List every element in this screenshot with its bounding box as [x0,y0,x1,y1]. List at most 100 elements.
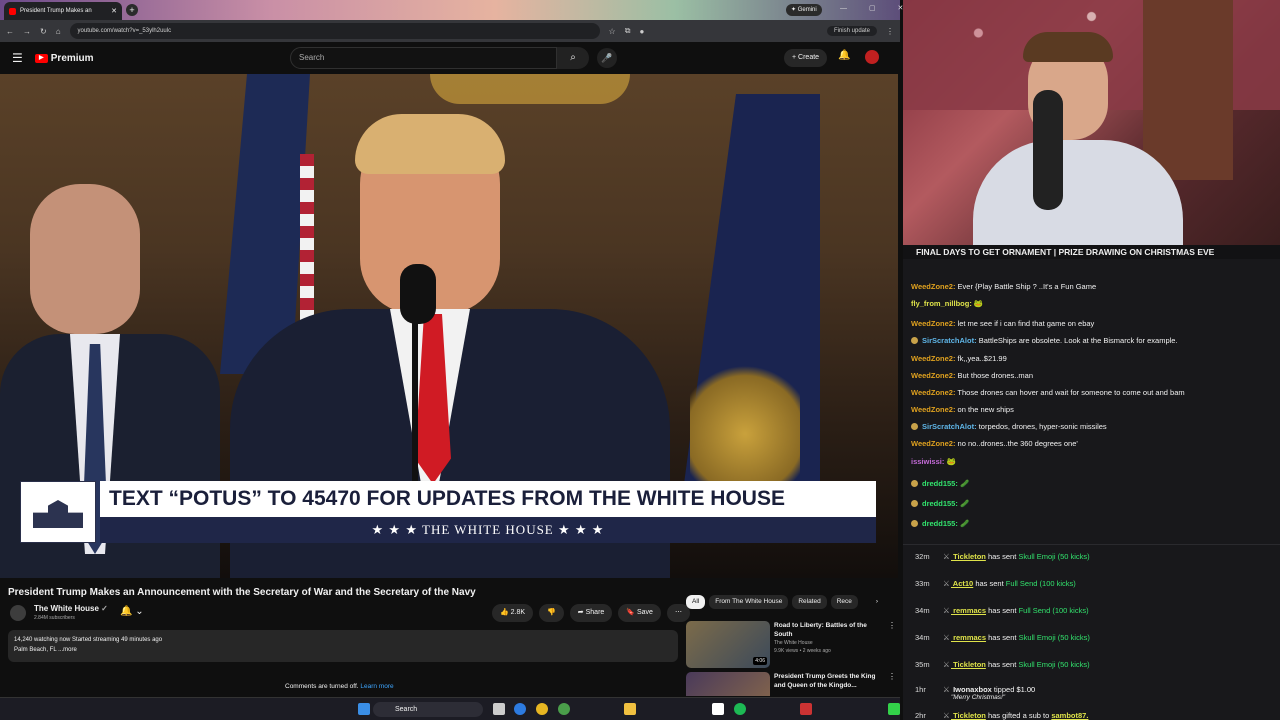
extensions-icon[interactable]: ⧉ [625,26,631,36]
chat-username[interactable]: SirScratchAlot: [922,336,977,345]
youtube-logo[interactable]: ▶ Premium [34,53,94,64]
taskbar-search[interactable]: Search [373,702,483,717]
rec-thumbnail[interactable]: 4:06 [686,621,770,668]
chevron-right-icon[interactable]: › [876,595,878,609]
chat-text: torpedos, drones, hyper-sonic missiles [976,422,1107,431]
chip-from-channel[interactable]: From The White House [709,595,789,609]
event-verb: has sent [985,552,1019,561]
event-user[interactable]: remmacs [951,606,986,615]
like-button[interactable]: 👍 2.8K [492,604,534,622]
chat-username[interactable]: issiwissi: [911,457,944,466]
white-house-icon [33,500,83,528]
chrome-icon[interactable] [536,703,548,715]
account-avatar[interactable] [865,50,879,64]
event-verb: has sent [973,579,1006,588]
app-icon[interactable] [800,703,812,715]
task-view-icon[interactable] [493,703,505,715]
edge-icon[interactable] [514,703,526,715]
chat-username[interactable]: WeedZone2: [911,319,955,328]
close-tab-icon[interactable]: ✕ [111,7,117,15]
chat-username[interactable]: WeedZone2: [911,354,955,363]
start-icon[interactable] [358,703,370,715]
chat-username[interactable]: WeedZone2: [911,388,955,397]
chip-recent[interactable]: Rece [830,595,858,609]
chat-username[interactable]: WeedZone2: [911,282,955,291]
chat-message: WeedZone2: on the new ships [911,405,1014,414]
spotify-icon[interactable] [734,703,746,715]
event-user[interactable]: Iwonaxbox [951,685,992,694]
rec-more-icon[interactable]: ⋮ [888,672,896,696]
chip-related[interactable]: Related [792,595,827,609]
notifications-bell-icon[interactable]: 🔔 [838,50,850,61]
event-user[interactable]: Act10 [951,579,973,588]
bookmark-star-icon[interactable]: ☆ [609,27,616,36]
browser-menu-icon[interactable]: ⋮ [886,27,894,36]
chat-username[interactable]: WeedZone2: [911,371,955,380]
lower-third-headline: TEXT “POTUS” TO 45470 FOR UPDATES FROM T… [100,481,876,517]
reload-icon[interactable]: ↻ [40,27,47,36]
channel-name[interactable]: The White House ✓ [34,604,108,613]
rec-channel: The White House [774,640,813,646]
dislike-button[interactable]: 👎 [539,604,564,622]
url-field[interactable]: youtube.com/watch?v=_53ylh2uulc [69,23,600,39]
learn-more-link[interactable]: Learn more [360,683,393,690]
save-button[interactable]: 🔖 Save [618,604,661,622]
streamer-shirt [973,140,1183,245]
forward-icon[interactable]: → [23,27,31,36]
chat-message: dredd155: 🥒 [911,499,969,508]
hamburger-menu-icon[interactable]: ☰ [12,51,23,65]
gold-ornament [430,74,630,104]
rec-video-item[interactable]: President Trump Greets the King and Quee… [686,672,896,696]
comments-off-text: Comments are turned off. [285,683,359,690]
chat-badge-icon [911,520,918,527]
rec-thumbnail[interactable] [686,672,770,696]
home-icon[interactable]: ⌂ [56,27,61,36]
chip-all[interactable]: All [686,595,706,609]
event-user[interactable]: Tickleton [951,711,986,720]
back-icon[interactable]: ← [6,27,14,36]
chat-username[interactable]: dredd155: [922,499,958,508]
chat-username[interactable]: WeedZone2: [911,439,955,448]
app-icon[interactable] [558,703,570,715]
chat-text: 🥒 [957,479,970,488]
create-label: Create [798,54,820,61]
chat-text: Those drones can hover and wait for some… [955,388,1185,397]
play-logo-icon: ▶ [34,53,48,63]
channel-name-text: The White House [34,604,99,613]
event-user[interactable]: Tickleton [951,660,986,669]
profile-icon[interactable]: ● [639,27,644,36]
event-user[interactable]: remmacs [951,633,986,642]
event-time: 34m [915,633,930,642]
gemini-button[interactable]: ✦ Gemini [786,4,822,16]
rec-more-icon[interactable]: ⋮ [888,621,896,668]
new-tab-button[interactable]: + [126,4,138,16]
event-row: 1hr ⚔ Iwonaxbox tipped $1.00 "Merry Christ… [915,685,1035,701]
search-input[interactable]: Search [290,47,557,69]
event-note: "Merry Christmas!" [951,694,1006,701]
chat-text: fk,,yea..$21.99 [955,354,1007,363]
recommendation-chips: All From The White House Related Rece › [686,595,878,609]
chat-username[interactable]: fly_from_nillbog: [911,299,972,308]
app-icon[interactable] [888,703,900,715]
microphone-icon[interactable]: 🎤 [597,48,617,68]
file-explorer-icon[interactable] [624,703,636,715]
create-button[interactable]: + Create [784,49,828,67]
share-button[interactable]: ➦ Share [569,604,613,622]
browser-tab[interactable]: President Trump Makes an ✕ [4,2,122,20]
chat-text: 🥒 [957,499,970,508]
channel-avatar[interactable] [10,605,26,621]
event-user[interactable]: Tickleton [951,552,986,561]
chat-username[interactable]: SirScratchAlot: [922,422,977,431]
chat-username[interactable]: dredd155: [922,479,958,488]
chat-username[interactable]: WeedZone2: [911,405,955,414]
chat-username[interactable]: dredd155: [922,519,958,528]
subscription-bell-icon[interactable]: 🔔 ⌄ [120,606,144,617]
finish-update-button[interactable]: Finish update [826,26,877,36]
rec-title: President Trump Greets the King and Quee… [774,673,876,689]
description-box[interactable]: 14,240 watching now Started streaming 49… [8,630,678,662]
rec-duration: 4:06 [753,657,767,665]
video-actions: 👍 2.8K 👎 ➦ Share 🔖 Save ⋯ [492,604,690,622]
search-icon[interactable]: ⌕ [557,47,589,69]
rec-video-item[interactable]: 4:06 Road to Liberty: Battles of the Sou… [686,621,896,668]
app-icon[interactable] [712,703,724,715]
